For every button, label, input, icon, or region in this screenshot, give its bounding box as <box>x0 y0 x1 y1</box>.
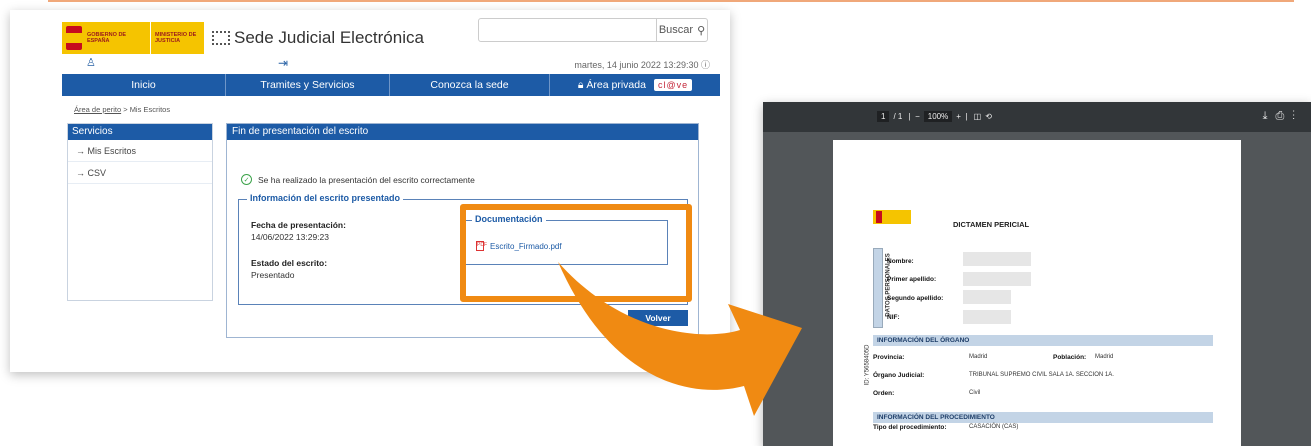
panel-title: Fin de presentación del escrito <box>227 124 698 140</box>
viewer-toolbar: 1/ 1 | − 100% + | ◫ ⟲ ⤓⎙⋮ <box>763 102 1311 132</box>
side-code: ID: Y5658405D <box>864 344 871 386</box>
tipo-label: Tipo del procedimiento: <box>873 424 947 431</box>
search-label: Buscar <box>658 24 694 36</box>
breadcrumb-link[interactable]: Área de perito <box>74 105 121 114</box>
success-message: ✓ Se ha realizado la presentación del esc… <box>241 174 475 185</box>
section-procedimiento: INFORMACIÓN DEL PROCEDIMIENTO <box>873 412 1213 423</box>
provincia-value: Madrid <box>969 354 988 360</box>
search-box: Buscar ⚲ <box>478 18 708 42</box>
gobierno-text: GOBIERNO DE ESPAÑA <box>86 32 127 44</box>
organo-label: Órgano Judicial: <box>873 372 925 379</box>
redacted-value <box>963 252 1031 266</box>
poblacion-value: Madrid <box>1095 354 1114 360</box>
orange-arrow-icon <box>558 262 802 416</box>
nav-area-privada-label: Área privada <box>586 79 646 91</box>
tipo-value: CASACIÓN (CAS) <box>969 424 1019 430</box>
nav-tramites[interactable]: Tramites y Servicios <box>226 74 390 96</box>
sidebar: Servicios → Mis Escritos → CSV <box>67 123 213 301</box>
zoom-out-icon[interactable]: | − <box>906 112 920 121</box>
date-value: 14/06/2022 13:29:23 <box>251 232 329 242</box>
status-value: Presentado <box>251 270 295 280</box>
field-segundo-apellido: Segundo apellido: <box>887 295 944 302</box>
more-icon[interactable]: ⋮ <box>1292 110 1303 122</box>
orden-value: Civil <box>969 390 981 396</box>
top-divider <box>48 0 1294 2</box>
coat-of-arms-icon <box>66 26 82 50</box>
site-brand[interactable]: Sede Judicial Electrónica <box>212 28 424 48</box>
fit-page-icon[interactable]: ◫ <box>974 112 982 121</box>
help-icon[interactable]: ⓘ <box>701 60 710 70</box>
success-text: Se ha realizado la presentación del escr… <box>258 174 475 185</box>
nav-inicio[interactable]: Inicio <box>62 74 226 96</box>
organo-value: TRIBUNAL SUPREMO CIVIL SALA 1A. SECCION … <box>969 372 1114 378</box>
search-input[interactable] <box>479 19 656 41</box>
status-label: Estado del escrito: <box>251 258 328 268</box>
info-row: ♙ ⇥ martes, 14 junio 2022 13:29:30 ⓘ <box>58 56 718 72</box>
login-icon[interactable]: ⇥ <box>278 56 288 70</box>
search-icon: ⚲ <box>697 24 706 37</box>
user-icon[interactable]: ♙ <box>86 56 96 69</box>
provincia-label: Provincia: <box>873 354 905 361</box>
rotate-icon[interactable]: ⟲ <box>985 112 992 121</box>
gobierno-logo: GOBIERNO DE ESPAÑA <box>62 22 150 54</box>
sidebar-item-mis-escritos[interactable]: → Mis Escritos <box>68 140 212 162</box>
field-primer-apellido: Primer apellido: <box>887 276 937 283</box>
orden-label: Orden: <box>873 390 895 397</box>
info-legend: Información del escrito presentado <box>247 193 404 203</box>
zoom-in-icon[interactable]: + | <box>956 112 969 121</box>
sidebar-item-csv[interactable]: → CSV <box>68 162 212 184</box>
datetime-text: martes, 14 junio 2022 13:29:30 <box>574 60 699 70</box>
ministerio-text: MINISTERIO DE JUSTICIA <box>150 22 204 54</box>
sidebar-item-label: Mis Escritos <box>87 146 137 156</box>
header-logos: GOBIERNO DE ESPAÑA MINISTERIO DE JUSTICI… <box>62 18 424 58</box>
poblacion-label: Población: <box>1053 354 1087 361</box>
sidebar-item-label: CSV <box>87 168 107 178</box>
pdf-page: DICTAMEN PERICIAL DATOS PERSONALES Nombr… <box>833 140 1241 446</box>
breadcrumb: Área de perito > Mis Escritos <box>74 105 171 114</box>
print-icon[interactable]: ⎙ <box>1275 110 1292 122</box>
page-number[interactable]: 1 <box>877 111 890 122</box>
download-icon[interactable]: ⤓ <box>1263 110 1276 122</box>
pdf-viewer: 1/ 1 | − 100% + | ◫ ⟲ ⤓⎙⋮ DICTAMEN PERIC… <box>763 102 1311 446</box>
breadcrumb-current: Mis Escritos <box>129 105 171 114</box>
gov-logo-small <box>873 210 911 224</box>
section-organo: INFORMACIÓN DEL ÓRGANO <box>873 335 1213 346</box>
lock-icon: 🔒︎ <box>577 78 587 91</box>
redacted-value <box>963 272 1031 286</box>
field-nombre: Nombre: <box>887 258 914 265</box>
nav-area-privada[interactable]: 🔒︎ Área privada cl@ve <box>550 74 720 96</box>
site-title: Sede Judicial Electrónica <box>234 28 424 47</box>
sede-logo-icon <box>212 31 230 45</box>
search-button[interactable]: Buscar ⚲ <box>656 19 707 41</box>
page-controls: 1/ 1 | − 100% + | ◫ ⟲ <box>877 111 992 122</box>
check-icon: ✓ <box>241 174 252 185</box>
vertical-band <box>873 248 883 328</box>
main-nav: Inicio Tramites y Servicios Conozca la s… <box>62 74 720 96</box>
field-nif: NIF: <box>887 314 900 321</box>
redacted-value <box>963 310 1011 324</box>
sidebar-title: Servicios <box>68 124 212 140</box>
doc-title: DICTAMEN PERICIAL <box>953 220 1030 229</box>
clave-badge: cl@ve <box>653 79 693 91</box>
zoom-level[interactable]: 100% <box>923 111 953 122</box>
viewer-actions: ⤓⎙⋮ <box>1263 110 1303 123</box>
redacted-value <box>963 290 1011 304</box>
page-total: / 1 <box>893 112 903 121</box>
nav-conozca[interactable]: Conozca la sede <box>390 74 550 96</box>
stage: GOBIERNO DE ESPAÑA MINISTERIO DE JUSTICI… <box>0 0 1311 446</box>
datetime: martes, 14 junio 2022 13:29:30 ⓘ <box>574 58 710 71</box>
date-label: Fecha de presentación: <box>251 220 346 230</box>
